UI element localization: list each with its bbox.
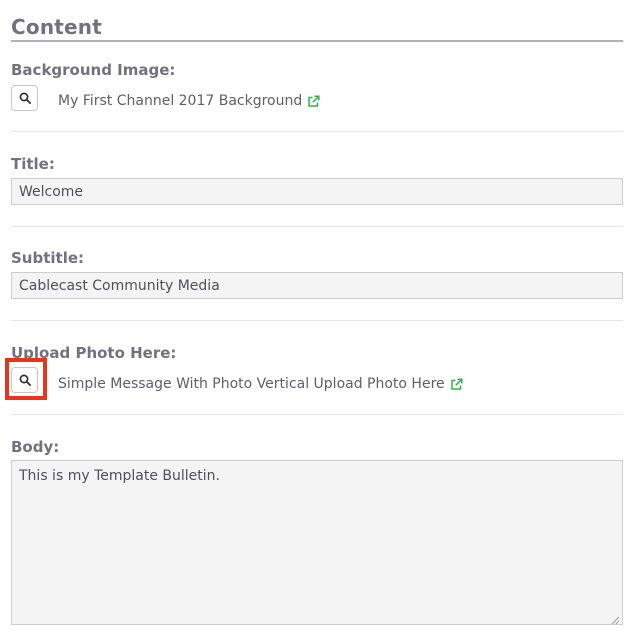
background-image-file-link[interactable]: My First Channel 2017 Background bbox=[58, 93, 320, 109]
highlight-box bbox=[5, 358, 47, 400]
divider bbox=[11, 226, 623, 227]
title-label: Title: bbox=[11, 155, 55, 173]
background-image-search-button[interactable] bbox=[11, 85, 38, 111]
upload-photo-file-link[interactable]: Simple Message With Photo Vertical Uploa… bbox=[58, 376, 463, 392]
title-input[interactable]: Welcome bbox=[11, 178, 623, 205]
external-link-icon[interactable] bbox=[307, 94, 320, 108]
search-icon bbox=[19, 89, 31, 108]
subtitle-label: Subtitle: bbox=[11, 249, 85, 267]
divider bbox=[11, 131, 623, 132]
background-image-label: Background Image: bbox=[11, 61, 176, 79]
body-label: Body: bbox=[11, 438, 60, 456]
body-textarea[interactable]: This is my Template Bulletin. bbox=[11, 460, 623, 625]
content-section-title: Content bbox=[11, 15, 102, 39]
subtitle-input[interactable]: Cablecast Community Media bbox=[11, 272, 623, 299]
upload-photo-file-name: Simple Message With Photo Vertical Uploa… bbox=[58, 376, 445, 392]
section-divider bbox=[11, 40, 623, 42]
external-link-icon[interactable] bbox=[450, 377, 463, 391]
body-text: This is my Template Bulletin. bbox=[19, 468, 220, 484]
divider bbox=[11, 320, 623, 321]
background-image-file-name: My First Channel 2017 Background bbox=[58, 93, 303, 109]
divider bbox=[11, 414, 623, 415]
resize-grip-icon[interactable] bbox=[611, 613, 620, 625]
